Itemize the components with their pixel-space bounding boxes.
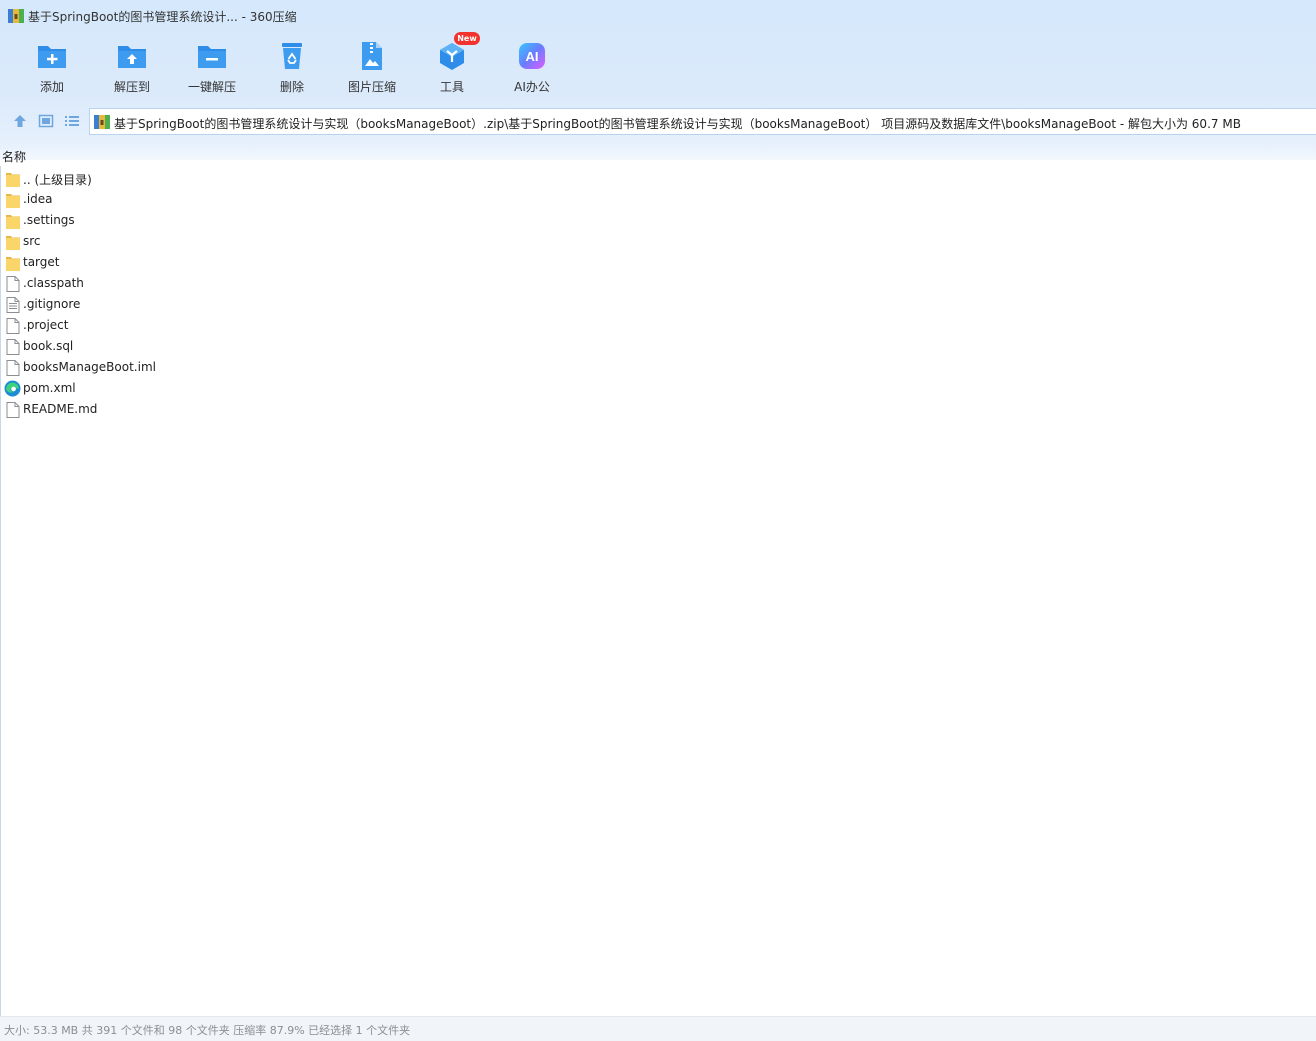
tools-label: 工具 <box>439 80 464 94</box>
file-name: src <box>23 234 41 248</box>
recycle-bin-icon <box>282 43 302 69</box>
folder-row[interactable]: src <box>0 231 400 252</box>
file-row[interactable]: .classpath <box>0 273 400 294</box>
app-window: 基于SpringBoot的图书管理系统设计... - 360压缩 添加 解压到 <box>0 0 1316 1041</box>
file-name: book.sql <box>23 339 74 353</box>
delete-label: 删除 <box>279 80 304 94</box>
file-icon <box>6 360 20 376</box>
file-name: .classpath <box>23 276 84 290</box>
ai-office-label: AI办公 <box>514 80 550 94</box>
new-badge: New <box>454 32 480 45</box>
folder-one-click-extract-icon <box>198 46 226 68</box>
extract-to-label: 解压到 <box>113 80 150 94</box>
file-row[interactable]: pom.xml <box>0 378 400 399</box>
image-compress-button[interactable]: 图片压缩 <box>332 36 412 102</box>
status-text: 大小: 53.3 MB 共 391 个文件和 98 个文件夹 压缩率 87.9%… <box>4 1024 411 1037</box>
file-name: .gitignore <box>23 297 81 311</box>
file-row[interactable]: README.md <box>0 399 400 420</box>
folder-icon <box>6 194 20 208</box>
navigation-bar: 基于SpringBoot的图书管理系统设计与实现（booksManageBoot… <box>0 106 1316 136</box>
file-name: booksManageBoot.iml <box>23 360 156 374</box>
address-path: 基于SpringBoot的图书管理系统设计与实现（booksManageBoot… <box>114 117 1241 131</box>
list-view-icon[interactable] <box>64 113 80 129</box>
ai-glyph: AI <box>526 49 539 64</box>
folder-icon <box>6 215 20 229</box>
folder-icon <box>6 173 20 187</box>
one-click-extract-button[interactable]: 一键解压 <box>172 36 252 102</box>
ai-office-button[interactable]: AI AI办公 <box>492 36 572 102</box>
column-header: 名称 <box>0 146 1316 166</box>
image-compress-icon <box>362 42 382 70</box>
address-bar[interactable]: 基于SpringBoot的图书管理系统设计与实现（booksManageBoot… <box>89 108 1316 135</box>
folder-row[interactable]: target <box>0 252 400 273</box>
file-name: .settings <box>23 213 75 227</box>
ai-office-icon: AI <box>519 43 545 69</box>
image-compress-label: 图片压缩 <box>347 80 396 94</box>
file-row[interactable]: book.sql <box>0 336 400 357</box>
file-name: README.md <box>23 402 98 416</box>
folder-row[interactable]: .idea <box>0 189 400 210</box>
one-click-extract-label: 一键解压 <box>187 80 236 94</box>
delete-button[interactable]: 删除 <box>252 36 332 102</box>
folder-icon <box>6 236 20 250</box>
add-button[interactable]: 添加 <box>12 36 92 102</box>
file-icon <box>6 318 20 334</box>
edge-browser-icon <box>4 380 21 397</box>
window-title: 基于SpringBoot的图书管理系统设计... - 360压缩 <box>28 10 297 24</box>
file-name: target <box>23 255 60 269</box>
file-name: .project <box>23 318 69 332</box>
folder-extract-icon <box>118 46 146 68</box>
file-icon <box>6 402 20 418</box>
file-name: pom.xml <box>23 381 76 395</box>
archive-path-icon <box>94 115 110 129</box>
title-bar: 基于SpringBoot的图书管理系统设计... - 360压缩 <box>0 0 1316 32</box>
file-icon <box>6 276 20 292</box>
tools-button[interactable]: 工具 <box>412 36 492 102</box>
column-name-header[interactable]: 名称 <box>2 148 26 165</box>
archive-app-icon <box>8 9 24 23</box>
status-bar: 大小: 53.3 MB 共 391 个文件和 98 个文件夹 压缩率 87.9%… <box>0 1016 1316 1041</box>
file-list: .. (上级目录) .idea .settings src target .classpa… <box>0 168 1316 420</box>
folder-row[interactable]: .settings <box>0 210 400 231</box>
file-row[interactable]: .gitignore <box>0 294 400 315</box>
text-file-icon <box>6 297 20 313</box>
extract-to-button[interactable]: 解压到 <box>92 36 172 102</box>
folder-add-icon <box>38 46 66 68</box>
add-label: 添加 <box>39 80 64 94</box>
up-level-icon[interactable] <box>12 113 28 129</box>
file-row[interactable]: booksManageBoot.iml <box>0 357 400 378</box>
folder-row[interactable]: .. (上级目录) <box>0 168 400 189</box>
file-name: .. (上级目录) <box>23 173 92 187</box>
file-icon <box>6 339 20 355</box>
thumbnail-view-icon[interactable] <box>38 113 54 129</box>
folder-icon <box>6 257 20 271</box>
file-name: .idea <box>23 192 53 206</box>
file-row[interactable]: .project <box>0 315 400 336</box>
